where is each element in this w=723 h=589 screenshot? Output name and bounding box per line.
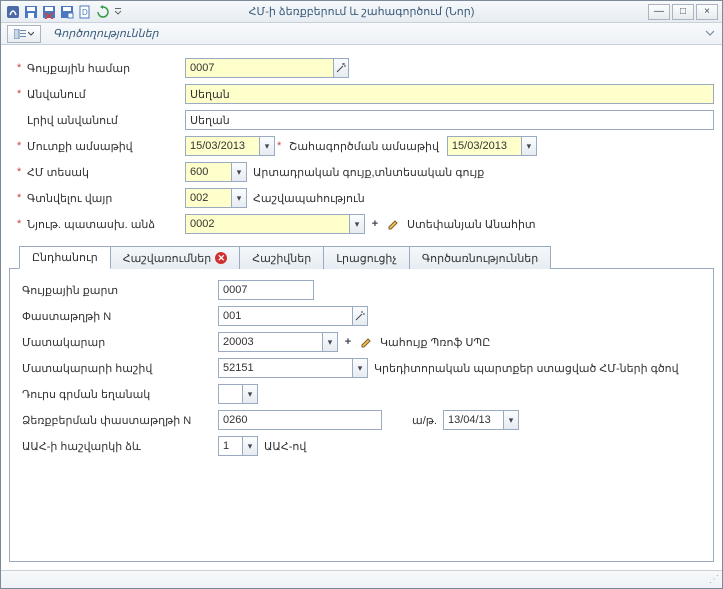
location-label: Գտնվելու վայր [9,192,185,205]
full-name-label: Լրիվ անվանում [9,114,185,127]
chevron-down-icon[interactable]: ▾ [231,188,247,208]
app-window: D ՀՄ-ի ձեռքբերում և շահագործում (Նոր) — … [0,0,723,589]
wand-icon[interactable] [333,58,349,78]
supplier-input[interactable] [218,332,322,352]
chevron-down-icon [28,31,34,37]
chevron-down-icon[interactable]: ▾ [242,384,258,404]
actions-menu[interactable]: Գործողություններ [53,27,159,40]
export-mode-label: Դուրս գրման եղանակ [22,388,218,401]
acq-date-label: ա/թ. [412,414,437,427]
chevron-down-icon[interactable]: ▾ [259,136,275,156]
vat-mode-label: ԱԱՀ-ի հաշվարկի ձև [22,440,218,453]
chevron-down-icon[interactable]: ▾ [349,214,365,234]
inventory-number-label: Գույքային համար [9,62,185,75]
full-name-input[interactable] [185,110,714,130]
wand-icon[interactable] [352,306,368,326]
responsible-input[interactable] [185,214,349,234]
location-desc: Հաշվապահություն [253,192,365,205]
responsible-desc: Ստեփանյան Անահիտ [407,218,536,231]
supplier-account-label: Մատակարարի հաշիվ [22,362,218,375]
toolbar-dropdown-icon[interactable] [113,4,123,20]
refresh-icon[interactable] [95,4,111,20]
menubar: Գործողություններ [1,23,722,45]
app-icon [5,4,21,20]
oper-date-label: Շահագործման ամսաթիվ [275,140,447,153]
inventory-number-input[interactable] [185,58,333,78]
supplier-account-desc: Կրեդիտորական պարտքեր ստացված ՀՄ-ների գծո… [374,362,679,375]
chevron-down-icon[interactable]: ▾ [231,162,247,182]
save-icon[interactable] [23,4,39,20]
document-icon[interactable]: D [77,4,93,20]
chevron-down-icon[interactable]: ▾ [352,358,368,378]
error-icon: ✕ [215,252,227,264]
acq-date-input[interactable] [443,410,503,430]
tab-additional[interactable]: Լրացուցիչ [323,246,410,269]
oper-date-input[interactable] [447,136,521,156]
tab-panel-general: Գույքային քարտ Փաստաթղթի N Մատակարար [9,269,714,562]
name-input[interactable] [185,84,714,104]
view-menu-button[interactable] [7,25,41,43]
supplier-desc: Կահույք Պռոֆ ՍՊԸ [380,336,490,349]
tab-general[interactable]: Ընդհանուր [19,246,111,269]
name-label: Անվանում [9,88,185,101]
titlebar: D ՀՄ-ի ձեռքբերում և շահագործում (Նոր) — … [1,1,722,23]
expand-icon[interactable] [704,27,716,39]
card-label: Գույքային քարտ [22,284,218,297]
svg-text:D: D [82,8,88,17]
add-icon[interactable]: + [367,214,383,234]
edit-icon[interactable] [358,332,374,352]
statusbar: ⋰ [1,570,722,588]
chevron-down-icon[interactable]: ▾ [322,332,338,352]
maximize-button[interactable]: □ [672,4,694,20]
location-input[interactable] [185,188,231,208]
minimize-button[interactable]: — [648,4,670,20]
save-new-icon[interactable] [59,4,75,20]
tab-accounts[interactable]: Հաշիվներ [239,246,324,269]
save-close-icon[interactable] [41,4,57,20]
doc-n-input[interactable] [218,306,352,326]
acq-doc-label: Ձեռքբերման փաստաթղթի N [22,414,218,427]
edit-icon[interactable] [385,214,401,234]
tab-functions[interactable]: Գործառնություններ [409,246,551,269]
export-mode-input[interactable] [218,384,242,404]
entry-date-label: Մուտքի ամսաթիվ [9,140,185,153]
vat-mode-input[interactable] [218,436,242,456]
window-title: ՀՄ-ի ձեռքբերում և շահագործում (Նոր) [249,5,475,18]
chevron-down-icon[interactable]: ▾ [521,136,537,156]
add-icon[interactable]: + [340,332,356,352]
supplier-account-input[interactable] [218,358,352,378]
acq-doc-input[interactable] [218,410,382,430]
supplier-label: Մատակարար [22,336,218,349]
content-area: Գույքային համար Անվանում Լրիվ անվանում Մ… [1,45,722,570]
responsible-label: Նյութ. պատասխ. անձ [9,218,185,231]
doc-n-label: Փաստաթղթի N [22,310,218,323]
card-input[interactable] [218,280,314,300]
resize-grip-icon[interactable]: ⋰ [709,574,718,585]
tabs: Ընդհանուր Հաշվառումներ ✕ Հաշիվներ Լրացու… [9,245,714,562]
fa-type-desc: Արտադրական գույք,տնտեսական գույք [253,166,484,179]
fa-type-input[interactable] [185,162,231,182]
fa-type-label: ՀՄ տեսակ [9,166,185,179]
chevron-down-icon[interactable]: ▾ [503,410,519,430]
close-button[interactable]: × [696,4,718,20]
entry-date-input[interactable] [185,136,259,156]
vat-mode-desc: ԱԱՀ-ով [264,440,306,453]
chevron-down-icon[interactable]: ▾ [242,436,258,456]
tab-calculations[interactable]: Հաշվառումներ ✕ [110,246,241,269]
